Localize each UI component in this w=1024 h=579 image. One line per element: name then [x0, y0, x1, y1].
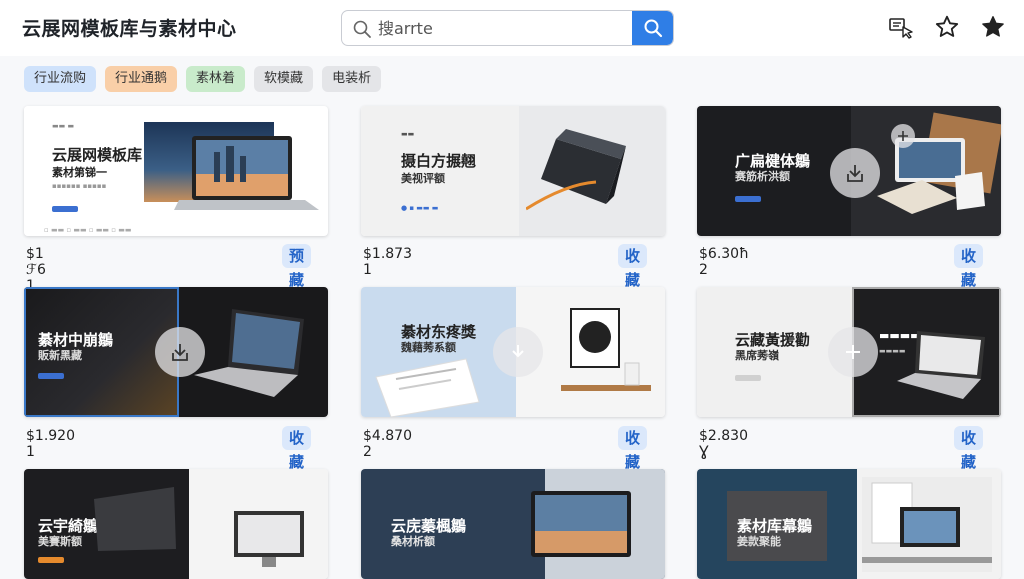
laptop-image	[174, 136, 319, 210]
add-overlay-button[interactable]	[828, 327, 878, 377]
favorite-button[interactable]: 收藏	[954, 244, 984, 289]
card-subtitle: 美视评额	[401, 172, 445, 185]
template-card[interactable]: 素材库幕鶵 姜款聚能	[697, 469, 1001, 579]
favorite-button[interactable]: 预藏	[282, 244, 312, 289]
search-box[interactable]	[341, 10, 674, 46]
card-subtitle: 姜款聚能	[737, 535, 781, 548]
template-card[interactable]: 綦材东疼獎 魏藉莠系额	[361, 287, 665, 417]
favorite-button[interactable]: 收藏	[954, 426, 984, 471]
top-bar: 云展网模板库与素材中心	[0, 0, 1024, 56]
select-cursor-icon[interactable]	[888, 14, 914, 40]
template-card[interactable]: 云宇綺鶵 美賽斯额	[24, 469, 328, 579]
filter-chip[interactable]: 软模藏	[254, 66, 314, 92]
template-card[interactable]: 广扁楗体鶵 赛筋析洪额	[697, 106, 1001, 236]
desk-image	[862, 477, 992, 572]
app-title: 云展网模板库与素材中心	[22, 18, 237, 40]
card-title: 摄白方搌翹	[401, 152, 477, 170]
filter-chip[interactable]: 素林着	[186, 66, 246, 92]
download-overlay-button[interactable]	[155, 327, 205, 377]
filter-chip[interactable]: 行业通鹅	[105, 66, 178, 92]
card-price: $6.30ħ 2	[699, 246, 749, 278]
product-image	[526, 129, 626, 211]
card-price: $1.873 1	[363, 246, 412, 278]
add-overlay-button[interactable]	[891, 124, 915, 148]
filter-bar: 行业流购 行业通鹅 素林着 软模藏 电装析	[24, 66, 382, 92]
card-subtitle: 桑材析额	[391, 535, 435, 548]
filter-chip[interactable]: 电装析	[322, 66, 382, 92]
filter-chip[interactable]: 行业流购	[24, 66, 97, 92]
download-icon	[847, 165, 863, 182]
plus-icon	[846, 345, 860, 359]
card-title: 云展网模板库	[52, 146, 143, 164]
card-price: $2.830 Ɣ	[699, 428, 748, 460]
card-subtitle: 赛筋析洪额	[735, 170, 790, 183]
search-button[interactable]	[632, 11, 673, 45]
paper-image	[375, 358, 480, 417]
download-overlay-button[interactable]	[493, 327, 543, 377]
card-subtitle: 販新黑藏	[38, 349, 82, 362]
favorite-button[interactable]: 收藏	[282, 426, 312, 471]
laptop-image	[194, 309, 304, 397]
search-input[interactable]	[378, 11, 628, 45]
card-subtitle: 美賽斯额	[38, 535, 82, 548]
laptop-image	[877, 138, 985, 214]
star-outline-icon[interactable]	[934, 14, 960, 40]
template-card[interactable]: ▬▬ 摄白方搌翹 美视评额 ● ▪ ▬▬ ▬	[361, 106, 665, 236]
laptop-image	[531, 491, 631, 557]
laptop-image	[94, 487, 176, 551]
template-card[interactable]: 云藏黃援勸 黑席莠嶺 ▬▬▬▬▬ ▬▬▬▬	[697, 287, 1001, 417]
download-icon	[512, 345, 524, 358]
plus-icon	[898, 131, 908, 141]
card-subtitle: 魏藉莠系额	[401, 341, 456, 354]
card-subtitle: 素材第锑一	[52, 166, 107, 179]
star-filled-icon[interactable]	[980, 14, 1006, 40]
search-icon	[353, 20, 371, 38]
download-icon	[172, 344, 188, 361]
favorite-button[interactable]: 收藏	[618, 244, 648, 289]
card-price: $1.920 1	[26, 428, 75, 460]
favorite-button[interactable]: 收藏	[618, 426, 648, 471]
download-overlay-button[interactable]	[830, 148, 880, 198]
monitor-image	[234, 511, 304, 567]
search-icon	[644, 19, 662, 38]
template-card[interactable]: 綦材中崩鶵 販新黑藏	[24, 287, 328, 417]
frame-image	[561, 308, 651, 391]
template-card[interactable]: 云庑蓁楓鶵 桑材析额	[361, 469, 665, 579]
template-card[interactable]: ▬▬ ▬ 云展网模板库 素材第锑一 ▪▪▪▪▪▪ ▪▪▪▪▪ ▫ ▬▬ ▫ ▬▬…	[24, 106, 328, 236]
card-price: $4.870 2	[363, 428, 412, 460]
laptop-image	[897, 331, 985, 399]
card-subtitle: 黑席莠嶺	[735, 349, 779, 362]
